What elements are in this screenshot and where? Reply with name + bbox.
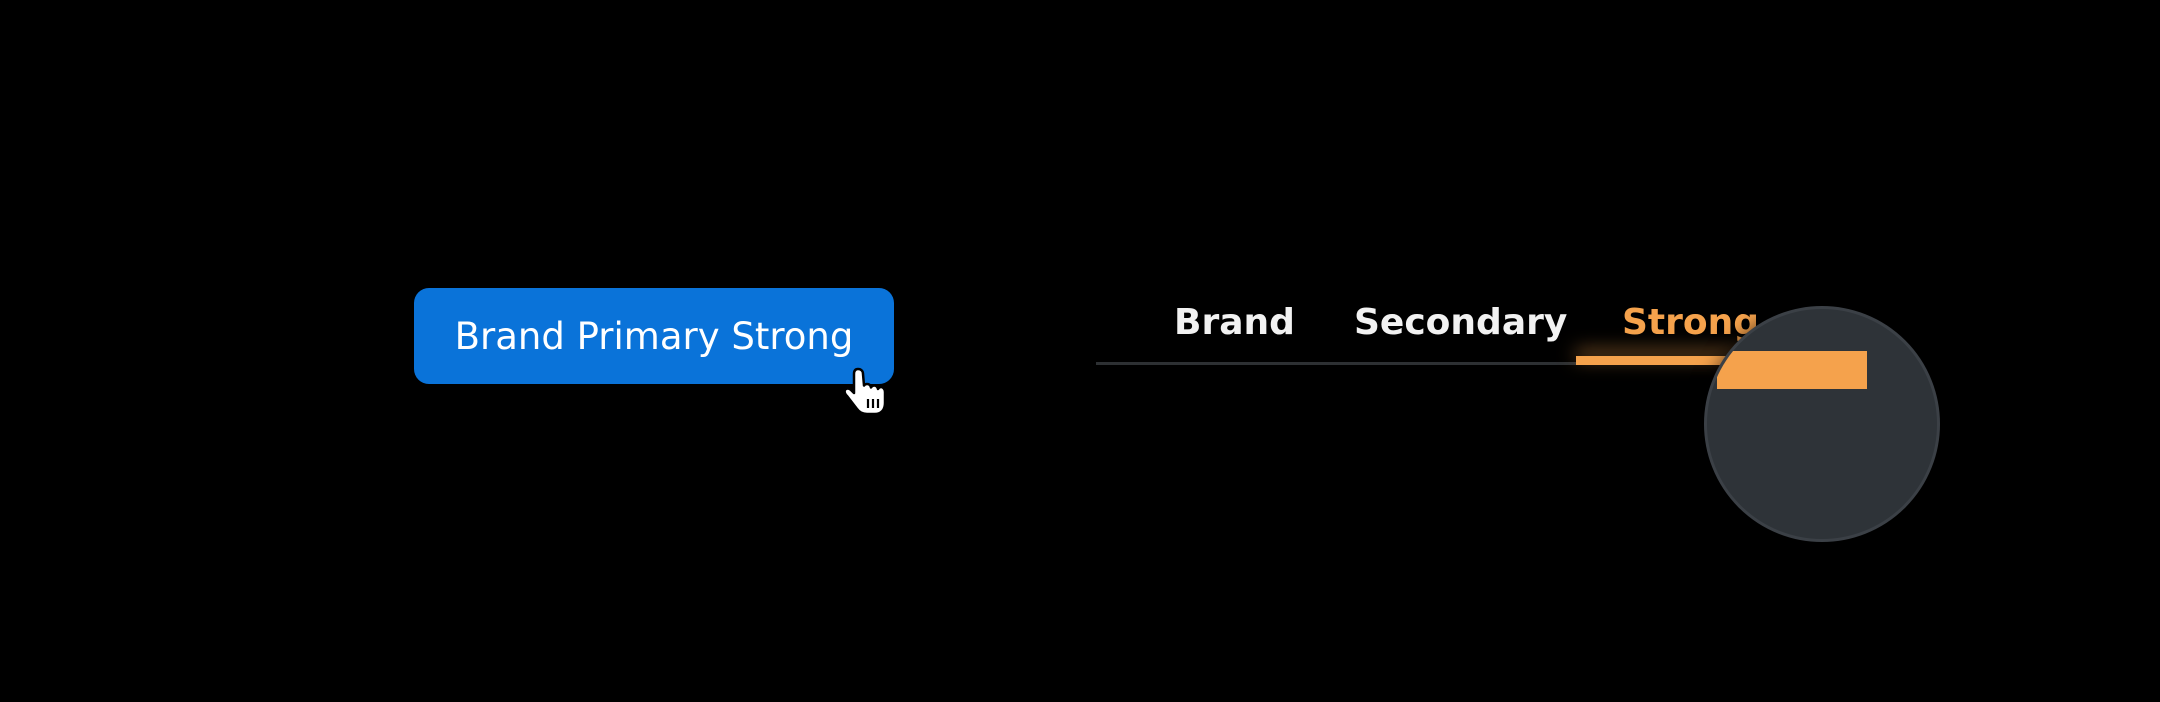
magnifier-lens-icon [1704, 306, 1940, 542]
brand-primary-strong-button[interactable]: Brand Primary Strong [414, 288, 894, 384]
tab-secondary[interactable]: Secondary [1354, 294, 1567, 350]
magnified-indicator [1717, 351, 1867, 389]
tab-brand[interactable]: Brand [1174, 294, 1295, 350]
